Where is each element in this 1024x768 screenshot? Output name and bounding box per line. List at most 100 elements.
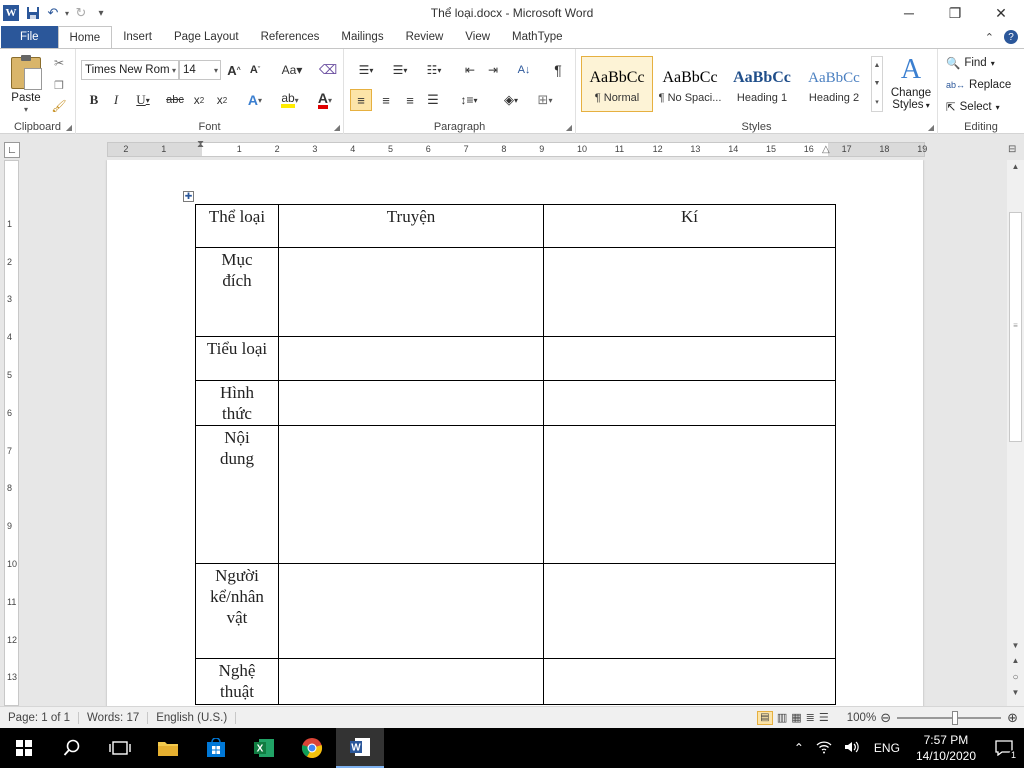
style-heading-2[interactable]: AaBbCc Heading 2 [798,56,870,112]
empty-cell[interactable] [543,658,836,705]
justify-icon[interactable]: ☰ [422,89,444,111]
styles-scroll[interactable]: ▲ ▼ ▾ [871,56,883,112]
tab-review[interactable]: Review [395,26,455,48]
select-button[interactable]: ⇱ Select ▾ [946,99,1000,115]
empty-cell[interactable] [278,563,544,659]
row-label-cell[interactable]: Mục đích [195,247,279,337]
show-hidden-icons-icon[interactable]: ⌃ [788,741,810,755]
print-layout-icon[interactable]: ▤ [756,710,773,725]
right-indent-marker[interactable]: △ [822,144,830,155]
align-right-icon[interactable]: ≡ [399,89,421,111]
style-heading-1[interactable]: AaBbCc Heading 1 [726,56,798,112]
sort-icon[interactable]: A↓ [514,61,534,79]
bold-icon[interactable]: B [85,90,103,110]
help-icon[interactable]: ? [1004,30,1018,44]
tab-selector-icon[interactable]: ∟ [4,142,20,158]
multilevel-list-icon[interactable]: ☷ ▾ [420,61,448,79]
zoom-level[interactable]: 100% [847,712,876,724]
tab-mathtype[interactable]: MathType [501,26,574,48]
web-layout-icon[interactable]: ▦ [791,711,801,724]
borders-icon[interactable]: ⊞ ▾ [530,89,560,111]
search-icon[interactable] [48,728,96,768]
show-formatting-icon[interactable]: ¶ [548,61,568,79]
text-effects-icon[interactable]: A ▾ [243,90,267,110]
underline-icon[interactable]: U ▾ [130,90,156,110]
italic-icon[interactable]: I [107,90,125,110]
empty-cell[interactable] [543,380,836,426]
align-left-icon[interactable]: ≡ [350,89,372,111]
zoom-slider[interactable] [897,710,1002,725]
tab-page-layout[interactable]: Page Layout [163,26,250,48]
dialog-launcher-icon[interactable]: ◢ [566,123,572,132]
empty-cell[interactable] [278,658,544,705]
change-case-icon[interactable]: Aa▾ [280,61,304,79]
draft-icon[interactable]: ☰ [819,711,829,724]
shading-icon[interactable]: ◈ ▾ [496,89,526,111]
grow-font-icon[interactable]: A ^ [225,61,243,79]
page-count[interactable]: Page: 1 of 1 [0,711,80,724]
empty-cell[interactable] [543,247,836,337]
zoom-in-icon[interactable]: ⊕ [1007,710,1018,726]
store-icon[interactable] [192,728,240,768]
browse-object-icon[interactable]: ○ [1007,672,1024,683]
scroll-thumb[interactable]: ≡ [1009,212,1022,442]
tab-file[interactable]: File [1,26,58,48]
windows-start-icon[interactable] [0,728,48,768]
table-header-cell[interactable]: Kí [543,204,836,248]
increase-indent-icon[interactable]: ⇥ [483,61,503,79]
format-painter-icon[interactable]: 🖌 [50,98,68,114]
paste-button[interactable]: Paste ▾ [4,51,48,115]
scroll-down-icon[interactable]: ▼ [1007,641,1024,650]
empty-cell[interactable] [278,247,544,337]
wifi-icon[interactable] [810,740,838,757]
change-styles-button[interactable]: A Change Styles ▾ [886,53,936,119]
line-spacing-icon[interactable]: ↕≡ ▾ [455,89,483,111]
shrink-font-icon[interactable]: Aˇ [246,61,264,79]
tab-mailings[interactable]: Mailings [330,26,394,48]
excel-icon[interactable]: X [240,728,288,768]
numbering-icon[interactable]: ☰ ▾ [386,61,414,79]
scroll-up-icon[interactable]: ▲ [1007,162,1024,171]
replace-button[interactable]: ab↔ Replace [946,77,1011,93]
view-ruler-icon[interactable]: ⊟ [1008,144,1022,158]
volume-icon[interactable] [838,740,866,757]
font-color-icon[interactable]: A ▾ [311,90,339,110]
empty-cell[interactable] [278,336,544,381]
full-screen-reading-icon[interactable]: ▥ [777,711,787,724]
task-view-icon[interactable] [96,728,144,768]
subscript-icon[interactable]: x2 [189,90,209,110]
dialog-launcher-icon[interactable]: ◢ [334,123,340,132]
row-label-cell[interactable]: Người kể/nhân vật [195,563,279,659]
empty-cell[interactable] [543,425,836,564]
minimize-button[interactable]: ─ [886,0,932,26]
row-label-cell[interactable]: Tiểu loại [195,336,279,381]
vertical-ruler[interactable]: 1 2 3 4 5 6 7 8 9 10 11 12 13 [4,160,19,706]
font-name-dropdown[interactable]: Times New Rom ▾ [81,60,179,80]
word-count[interactable]: Words: 17 [79,711,149,724]
tab-references[interactable]: References [250,26,331,48]
collapse-ribbon-icon[interactable]: ⌃ [985,31,994,44]
notification-center-icon[interactable]: 1 [984,728,1024,768]
table-header-cell[interactable]: Truyện [278,204,544,248]
horizontal-ruler[interactable]: ⧗ △ 2 1 1 2 3 4 5 6 7 8 9 10 11 12 13 14 15 16 17 18 19 [107,139,927,157]
style-no-spacing[interactable]: AaBbCc ¶ No Spaci... [654,56,726,112]
vertical-scrollbar[interactable]: ▲ ≡ ▼ ▲ ○ ▼ [1007,160,1024,706]
file-explorer-icon[interactable] [144,728,192,768]
language-indicator[interactable]: English (U.S.) [148,711,237,724]
font-size-dropdown[interactable]: 14 ▾ [179,60,221,80]
outline-icon[interactable]: ≣ [806,711,815,724]
strikethrough-icon[interactable]: abc [164,90,186,110]
clock[interactable]: 7:57 PM 14/10/2020 [908,732,984,764]
previous-page-icon[interactable]: ▲ [1007,656,1024,665]
style-normal[interactable]: AaBbCc ¶ Normal [581,56,653,112]
copy-icon[interactable]: ❐ [50,77,68,93]
empty-cell[interactable] [543,336,836,381]
document-page[interactable]: ✚ Thể loại Truyện Kí Mục đích Tiểu loại H… [107,160,923,706]
row-label-cell[interactable]: Nội dung [195,425,279,564]
next-page-icon[interactable]: ▼ [1007,688,1024,697]
table-header-cell[interactable]: Thể loại [195,204,279,248]
empty-cell[interactable] [543,563,836,659]
maximize-button[interactable]: ❐ [932,0,978,26]
close-button[interactable]: ✕ [978,0,1024,26]
highlight-color-icon[interactable]: ab ▾ [275,90,305,110]
